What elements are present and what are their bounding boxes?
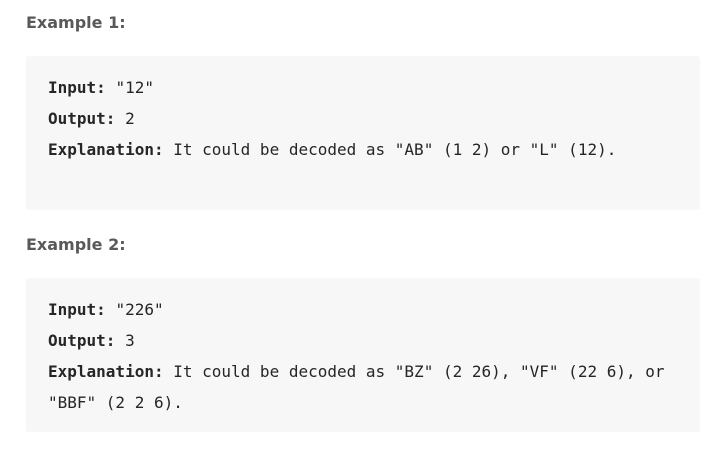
output-value: 2 <box>125 109 135 128</box>
output-label: Output: <box>48 109 116 128</box>
explanation-value: It could be decoded as "AB" (1 2) or "L"… <box>173 140 617 159</box>
output-label: Output: <box>48 331 116 350</box>
example-2-explanation-line: Explanation: It could be decoded as "BZ"… <box>48 356 678 418</box>
input-label: Input: <box>48 78 106 97</box>
example-1-heading: Example 1: <box>26 13 126 32</box>
example-2-code-block: Input: "226" Output: 3 Explanation: It c… <box>26 278 700 432</box>
explanation-label: Explanation: <box>48 140 164 159</box>
example-2-output-line: Output: 3 <box>48 325 678 356</box>
example-1-output-line: Output: 2 <box>48 103 678 134</box>
example-1-explanation-line: Explanation: It could be decoded as "AB"… <box>48 134 678 165</box>
example-1-input-line: Input: "12" <box>48 72 678 103</box>
explanation-label: Explanation: <box>48 362 164 381</box>
input-value: "226" <box>115 300 164 319</box>
example-2-heading: Example 2: <box>26 235 126 254</box>
example-2-input-line: Input: "226" <box>48 294 678 325</box>
input-value: "12" <box>115 78 154 97</box>
input-label: Input: <box>48 300 106 319</box>
output-value: 3 <box>125 331 135 350</box>
example-1-code-block: Input: "12" Output: 2 Explanation: It co… <box>26 56 700 210</box>
